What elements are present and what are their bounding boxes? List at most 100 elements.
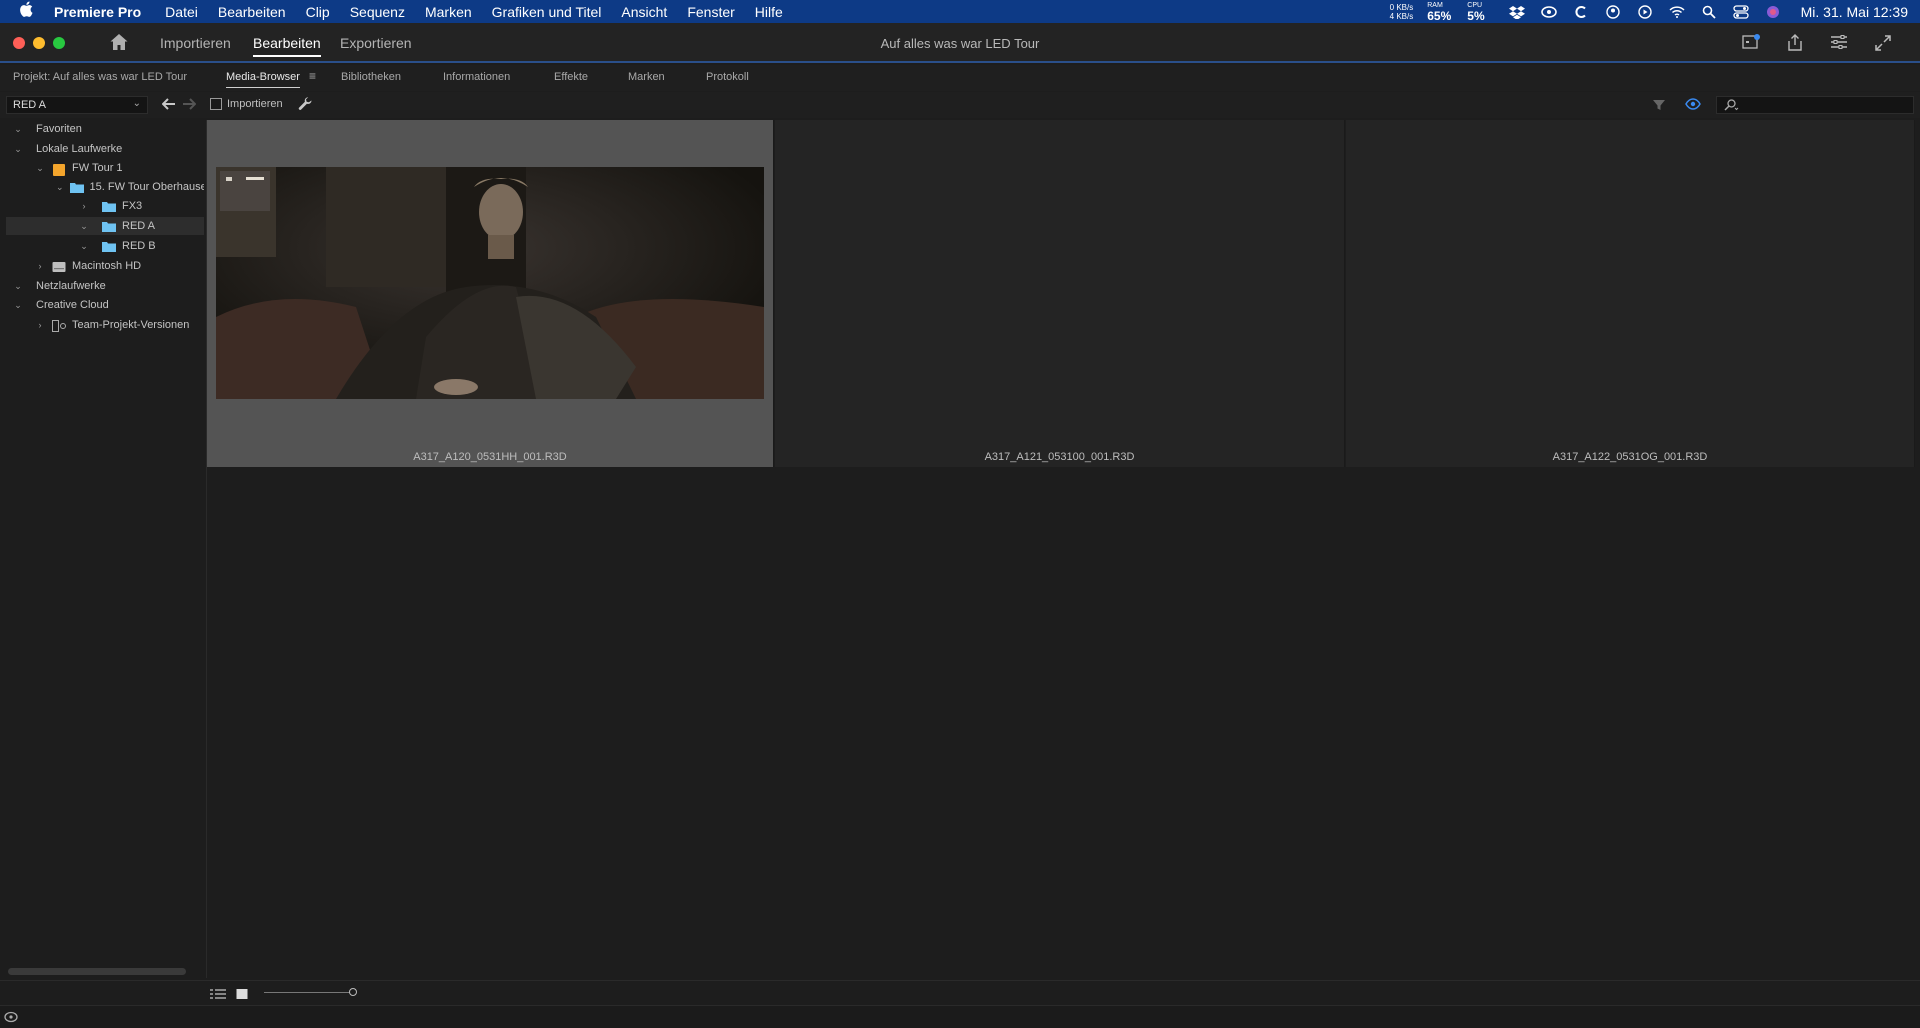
search-icon	[1723, 99, 1739, 114]
icon-view-icon[interactable]	[236, 987, 248, 1005]
cpu-monitor[interactable]: CPU 5%	[1467, 2, 1484, 22]
panel-menu-icon[interactable]: ≡	[309, 69, 316, 83]
menu-clip[interactable]: Clip	[296, 4, 340, 20]
tree-item-fw-tour-1[interactable]: ⌄ FW Tour 1	[6, 159, 204, 177]
quick-export-icon[interactable]	[1742, 34, 1762, 52]
dropbox-icon[interactable]	[1508, 4, 1525, 20]
search-input[interactable]	[1716, 96, 1914, 114]
clip-filename: A317_A120_0531HH_001.R3D	[413, 451, 567, 463]
menu-bearbeiten[interactable]: Bearbeiten	[208, 4, 296, 20]
tab-informationen[interactable]: Informationen	[443, 71, 510, 83]
tree-item-label: Netzlaufwerke	[36, 280, 106, 292]
chevron-right-icon[interactable]: ›	[78, 200, 90, 212]
menu-marken[interactable]: Marken	[415, 4, 482, 20]
drive-icon	[52, 163, 66, 176]
tree-item-fx3[interactable]: › FX3	[6, 197, 204, 215]
user-circle-icon[interactable]	[1605, 4, 1621, 20]
tab-bearbeiten[interactable]: Bearbeiten	[253, 35, 321, 57]
ram-monitor[interactable]: RAM 65%	[1427, 2, 1451, 22]
tree-item-macintosh-hd[interactable]: › Macintosh HD	[6, 257, 204, 275]
chevron-right-icon[interactable]: ›	[34, 319, 46, 331]
fullscreen-icon[interactable]	[1874, 34, 1894, 52]
panel-bottom-bar	[0, 980, 1920, 1004]
tree-item-label: Team-Projekt-Versionen	[72, 319, 190, 331]
project-panel-label[interactable]: Projekt: Auf alles was war LED Tour	[13, 71, 187, 83]
list-view-icon[interactable]	[210, 987, 226, 1005]
clip-thumbnail[interactable]: A317_A121_053100_001.R3D	[775, 120, 1345, 467]
tree-item-favoriten[interactable]: ⌄ Favoriten	[6, 120, 204, 138]
tree-item-creative-cloud[interactable]: ⌄ Creative Cloud	[6, 296, 204, 314]
chevron-down-icon[interactable]: ⌄	[12, 123, 24, 135]
chevron-right-icon[interactable]: ›	[34, 260, 46, 272]
menu-datei[interactable]: Datei	[155, 4, 208, 20]
tree-item-netzlaufwerke[interactable]: ⌄ Netzlaufwerke	[6, 277, 204, 295]
tree-item-lokale-laufwerke[interactable]: ⌄ Lokale Laufwerke	[6, 140, 204, 158]
tree-item-red-b[interactable]: ⌄ RED B	[6, 237, 204, 255]
media-grid: A317_A120_0531HH_001.R3D A317_A121_05310…	[206, 120, 1915, 978]
clip-filename: A317_A122_0531OG_001.R3D	[1552, 451, 1708, 463]
menu-grafiken[interactable]: Grafiken und Titel	[482, 4, 612, 20]
tree-item-label: FW Tour 1	[72, 162, 123, 174]
tree-item-label: RED A	[122, 220, 156, 232]
forward-arrow-icon[interactable]	[182, 98, 197, 113]
tab-importieren[interactable]: Importieren	[160, 35, 231, 51]
location-value: RED A	[13, 99, 47, 111]
siri-icon[interactable]	[1765, 4, 1781, 20]
zoom-window-button[interactable]	[53, 37, 65, 49]
back-arrow-icon[interactable]	[161, 98, 176, 113]
clip-filename: A317_A121_053100_001.R3D	[984, 451, 1135, 463]
menu-app-name[interactable]: Premiere Pro	[52, 4, 155, 20]
view-eye-icon[interactable]	[1685, 98, 1701, 113]
tab-bibliotheken[interactable]: Bibliotheken	[341, 71, 401, 83]
tree-item-15-fw-tour[interactable]: ⌄ 15. FW Tour Oberhausen	[6, 178, 204, 196]
tree-item-label: Macintosh HD	[72, 260, 142, 272]
tab-marken[interactable]: Marken	[628, 71, 665, 83]
chevron-down-icon[interactable]: ⌄	[34, 162, 46, 174]
control-center-icon[interactable]	[1732, 4, 1749, 20]
tab-exportieren[interactable]: Exportieren	[340, 35, 412, 51]
chevron-down-icon[interactable]: ⌄	[12, 143, 24, 155]
spotlight-search-icon[interactable]	[1701, 4, 1717, 20]
share-icon[interactable]	[1786, 34, 1806, 52]
creative-cloud-status-icon[interactable]	[4, 1010, 18, 1028]
clip-thumbnail[interactable]: A317_A122_0531OG_001.R3D	[1346, 120, 1915, 467]
tab-protokoll[interactable]: Protokoll	[706, 71, 749, 83]
zoom-slider-track[interactable]	[264, 992, 352, 993]
chevron-down-icon[interactable]: ⌄	[78, 220, 90, 232]
menu-sequenz[interactable]: Sequenz	[340, 4, 415, 20]
chevron-down-icon[interactable]: ⌄	[12, 299, 24, 311]
chevron-down-icon[interactable]: ⌄	[56, 181, 64, 193]
net-up: 0 KB/s	[1389, 2, 1414, 12]
wrench-icon[interactable]	[298, 97, 313, 115]
close-window-button[interactable]	[13, 37, 25, 49]
apple-menu-icon[interactable]	[0, 1, 52, 22]
menu-hilfe[interactable]: Hilfe	[745, 4, 793, 20]
wifi-icon[interactable]	[1669, 4, 1685, 20]
creative-cloud-icon[interactable]	[1540, 4, 1557, 20]
zoom-slider-handle[interactable]	[349, 988, 357, 996]
tree-item-label: 15. FW Tour Oberhausen	[89, 181, 204, 193]
tree-item-label: Creative Cloud	[36, 299, 109, 311]
menu-ansicht[interactable]: Ansicht	[611, 4, 677, 20]
menubar-clock[interactable]: Mi. 31. Mai 12:39	[1801, 4, 1908, 20]
chevron-down-icon[interactable]: ⌄	[78, 240, 90, 252]
clip-thumbnail[interactable]: A317_A120_0531HH_001.R3D	[207, 120, 774, 467]
home-icon[interactable]	[109, 32, 131, 54]
minimize-window-button[interactable]	[33, 37, 45, 49]
import-checkbox[interactable]	[210, 98, 222, 110]
tree-item-red-a[interactable]: ⌄ RED A	[6, 217, 204, 235]
panel-tab-bar: Projekt: Auf alles was war LED Tour Medi…	[0, 65, 1920, 91]
tree-item-team-projekt-versionen[interactable]: › Team-Projekt-Versionen	[6, 316, 204, 334]
play-circle-icon[interactable]	[1637, 4, 1653, 20]
c-app-icon[interactable]	[1573, 4, 1589, 20]
tab-effekte[interactable]: Effekte	[554, 71, 588, 83]
network-monitor[interactable]: 0 KB/s 4 KB/s	[1390, 3, 1414, 21]
location-dropdown[interactable]: RED A ⌄	[6, 96, 148, 114]
tab-media-browser[interactable]: Media-Browser	[226, 71, 300, 88]
tree-horizontal-scrollbar[interactable]	[8, 968, 186, 975]
filter-icon[interactable]	[1652, 98, 1666, 115]
workspaces-menu-icon[interactable]	[1830, 34, 1850, 52]
menu-fenster[interactable]: Fenster	[677, 4, 744, 20]
folder-icon	[102, 241, 116, 252]
chevron-down-icon[interactable]: ⌄	[12, 280, 24, 292]
